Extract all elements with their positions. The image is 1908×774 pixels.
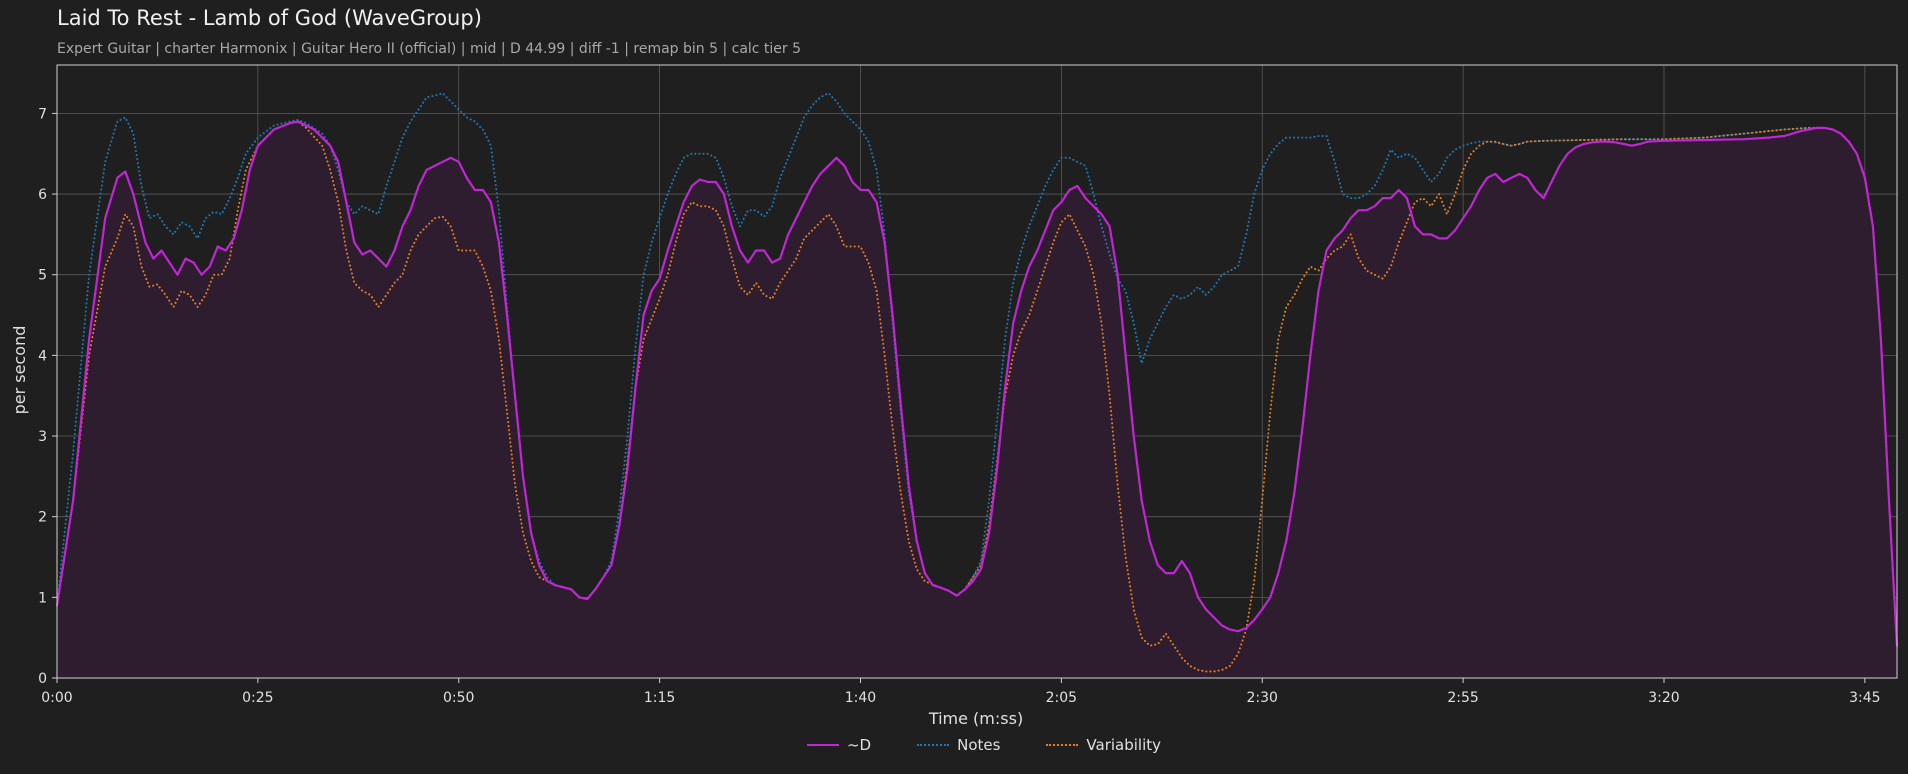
legend: ~D Notes Variability <box>0 736 1908 754</box>
y-tick-label: 7 <box>38 106 47 122</box>
legend-swatch-notes <box>917 744 950 746</box>
legend-item-variability: Variability <box>1046 736 1161 754</box>
y-tick-label: 0 <box>38 671 47 687</box>
x-tick-label: 1:15 <box>644 690 675 706</box>
x-tick-label: 1:40 <box>845 690 876 706</box>
legend-item-d: ~D <box>806 736 872 754</box>
x-tick-label: 2:55 <box>1447 690 1478 706</box>
x-tick-label: 0:50 <box>443 690 474 706</box>
x-tick-label: 3:20 <box>1648 690 1679 706</box>
y-axis-label: per second <box>10 326 29 415</box>
chart-plot: 0 1 2 3 4 5 6 7 0:00 0:25 0:50 1:15 1:40 2:05 2:30 2:55… <box>10 64 1899 728</box>
y-tick-label: 6 <box>38 187 47 203</box>
x-tick-label: 0:25 <box>242 690 273 706</box>
y-tick-label: 1 <box>38 590 47 606</box>
y-tick-label: 5 <box>38 268 47 284</box>
legend-label-d: ~D <box>846 736 872 754</box>
x-tick-label: 2:05 <box>1046 690 1077 706</box>
y-tick-label: 2 <box>38 510 47 526</box>
x-tick-label: 3:45 <box>1849 690 1880 706</box>
y-tick-label: 3 <box>38 429 47 445</box>
legend-swatch-variability <box>1046 744 1079 746</box>
x-axis-label: Time (m:ss) <box>928 709 1023 728</box>
legend-item-notes: Notes <box>917 736 1000 754</box>
x-tick-label: 2:30 <box>1247 690 1278 706</box>
legend-swatch-d <box>806 744 839 746</box>
x-tick-label: 0:00 <box>41 690 72 706</box>
y-tick-label: 4 <box>38 348 47 364</box>
legend-label-notes: Notes <box>957 736 1001 754</box>
legend-label-variability: Variability <box>1086 736 1162 754</box>
